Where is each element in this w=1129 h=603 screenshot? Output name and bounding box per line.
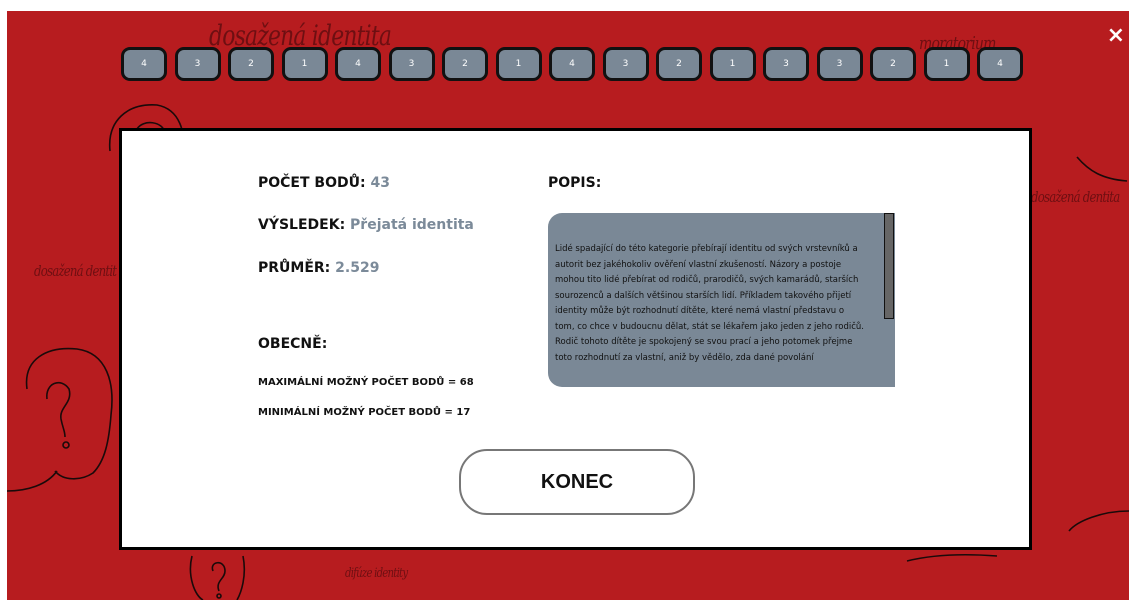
general-heading: OBECNĚ: [258,336,328,352]
answer-chip[interactable]: 2 [870,47,916,81]
label-achieved-identity-right: dosažená dentita [1031,188,1120,206]
points-label: POČET BODŮ: [258,175,366,191]
average-value: 2.529 [335,260,380,276]
label-achieved-identity-left: dosažená dentit [34,262,117,280]
result-value: Přejatá identita [350,217,474,233]
label-identity-diffusion: difúze identity [345,566,408,581]
points-value: 43 [370,175,390,191]
answer-chip[interactable]: 2 [656,47,702,81]
answer-chip[interactable]: 4 [977,47,1023,81]
close-icon[interactable]: × [1107,25,1125,47]
description-box: Lidé spadající do této kategorie přebíra… [548,213,895,387]
answer-chip[interactable]: 3 [816,47,863,81]
description-heading: POPIS: [548,175,602,191]
average-label: PRŮMĚR: [258,260,331,276]
description-scrollbar[interactable] [884,213,894,319]
min-points-text: MINIMÁLNÍ MOŽNÝ POČET BODŮ = 17 [258,407,471,418]
answer-chip[interactable]: 3 [388,47,435,81]
answer-chip[interactable]: 2 [442,47,488,81]
answer-chips: 43214321432133214 [121,47,1031,81]
answer-chip[interactable]: 3 [602,47,649,81]
result-row: VÝSLEDEK: Přejatá identita [258,217,474,233]
answer-chip[interactable]: 3 [763,47,809,81]
answer-chip[interactable]: 1 [923,47,970,81]
max-points-text: MAXIMÁLNÍ MOŽNÝ POČET BODŮ = 68 [258,377,474,388]
description-text: Lidé spadající do této kategorie přebíra… [555,244,864,363]
answer-chip[interactable]: 3 [174,47,221,81]
result-dialog: POČET BODŮ: 43 VÝSLEDEK: Přejatá identit… [119,128,1032,550]
answer-chip[interactable]: 4 [121,47,167,81]
answer-chip[interactable]: 4 [335,47,381,81]
end-button[interactable]: KONEC [459,449,695,515]
answer-chip[interactable]: 4 [549,47,595,81]
answer-chip[interactable]: 1 [709,47,756,81]
points-row: POČET BODŮ: 43 [258,175,390,191]
result-label: VÝSLEDEK: [258,217,346,233]
average-row: PRŮMĚR: 2.529 [258,260,379,276]
answer-chip[interactable]: 2 [228,47,274,81]
answer-chip[interactable]: 1 [495,47,542,81]
answer-chip[interactable]: 1 [281,47,328,81]
